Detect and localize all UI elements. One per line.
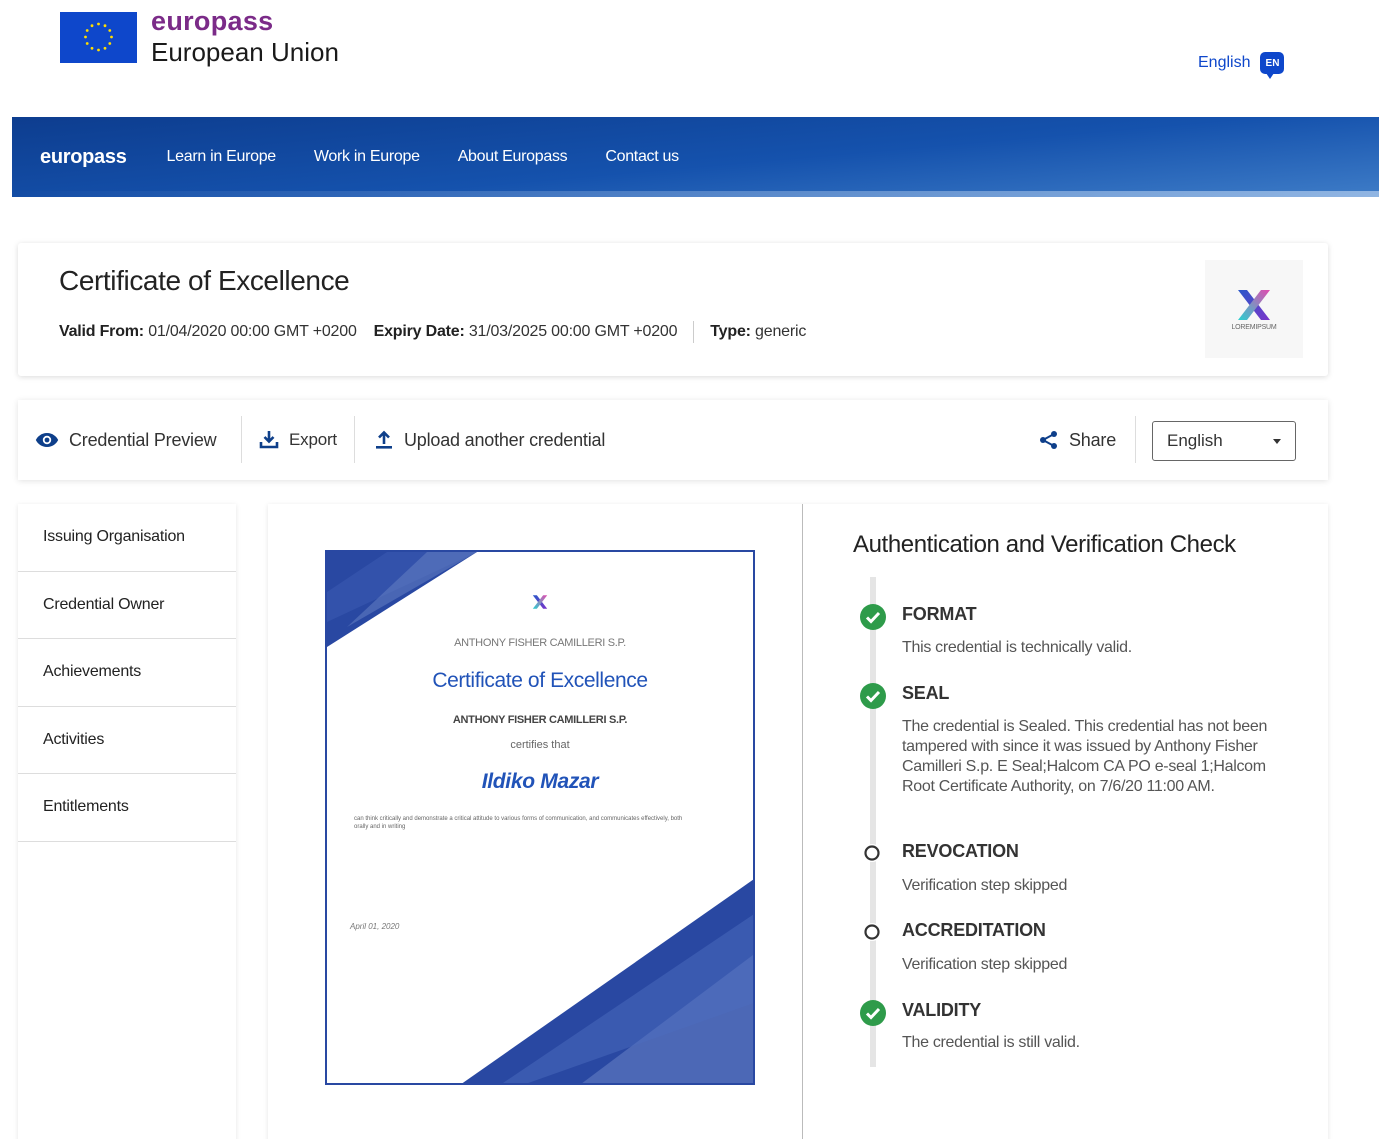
credential-header-card: Certificate of Excellence Valid From: 01… xyxy=(18,243,1328,376)
side-item-achievements[interactable]: Achievements xyxy=(18,639,236,707)
side-item-credential-owner[interactable]: Credential Owner xyxy=(18,572,236,639)
lorem-ipsum-x-logo-icon xyxy=(1238,289,1270,320)
toolbar-divider xyxy=(1135,416,1136,463)
side-item-activities[interactable]: Activities xyxy=(18,707,236,774)
credential-language-value[interactable]: English xyxy=(1167,431,1223,451)
issuer-logo: LOREMIPSUM xyxy=(1205,260,1303,358)
type-label: Type: xyxy=(710,323,751,340)
nav-item-contact-us[interactable]: Contact us xyxy=(605,148,679,166)
certificate-description: can think critically and demonstrate a c… xyxy=(354,816,683,830)
lorem-ipsum-x-logo-icon xyxy=(532,595,548,609)
step-validity-description: The credential is still valid. xyxy=(902,1034,1080,1051)
side-item-issuing-organisation[interactable]: Issuing Organisation xyxy=(18,504,236,572)
upload-icon xyxy=(376,430,392,449)
credential-meta: Valid From: 01/04/2020 00:00 GMT +0200 E… xyxy=(59,321,806,343)
certificate-certifies-text: certifies that xyxy=(510,739,570,751)
export-button[interactable]: Export xyxy=(259,400,337,480)
credential-title: Certificate of Excellence xyxy=(59,265,350,296)
step-seal-description: The credential is Sealed. This credentia… xyxy=(902,718,1268,795)
nav-item-learn-in-europe[interactable]: Learn in Europe xyxy=(167,148,277,166)
european-union-subtitle: European Union xyxy=(151,37,339,67)
valid-from-label: Valid From: xyxy=(59,323,144,340)
eye-icon xyxy=(35,433,59,447)
certificate-logo xyxy=(327,594,753,610)
expiry-date-label: Expiry Date: xyxy=(373,323,465,340)
nav-item-work-in-europe[interactable]: Work in Europe xyxy=(314,148,420,166)
upload-credential-label[interactable]: Upload another credential xyxy=(404,430,605,451)
certificate-preview[interactable]: ANTHONY FISHER CAMILLERI S.P. Certificat… xyxy=(325,550,755,1085)
download-icon xyxy=(259,431,279,449)
step-revocation-name: REVOCATION xyxy=(902,841,1019,861)
check-circle-icon xyxy=(860,604,886,630)
credential-main-panel: ANTHONY FISHER CAMILLERI S.P. Certificat… xyxy=(268,504,1328,1139)
certificate-issuer-bold: ANTHONY FISHER CAMILLERI S.P. xyxy=(452,714,628,726)
language-badge-icon[interactable]: EN xyxy=(1260,52,1285,79)
check-circle-icon xyxy=(860,683,886,709)
verification-title: Authentication and Verification Check xyxy=(853,531,1236,558)
main-navigation: europass Learn in Europe Work in Europe … xyxy=(12,117,1379,197)
pending-circle-icon xyxy=(863,844,881,862)
valid-from-value: 01/04/2020 00:00 GMT +0200 xyxy=(148,323,357,340)
toolbar-divider xyxy=(241,416,242,463)
site-header: europass European Union English EN xyxy=(0,0,1379,116)
caret-down-icon[interactable] xyxy=(1273,438,1281,444)
step-accreditation-description: Verification step skipped xyxy=(902,956,1068,973)
nav-brand-logo[interactable]: europass xyxy=(40,146,127,169)
certificate-issuer: ANTHONY FISHER CAMILLERI S.P. xyxy=(454,637,626,649)
step-format-name: FORMAT xyxy=(902,604,977,624)
credential-language-select[interactable]: English xyxy=(1152,421,1296,461)
step-format-description: This credential is technically valid. xyxy=(902,639,1132,656)
certificate-recipient-name: Ildiko Mazar xyxy=(481,770,599,793)
export-label[interactable]: Export xyxy=(289,430,337,450)
verification-timeline xyxy=(870,577,876,1067)
credential-side-menu: Issuing Organisation Credential Owner Ac… xyxy=(18,504,236,1139)
header-language-label[interactable]: English xyxy=(1198,54,1250,72)
side-item-entitlements[interactable]: Entitlements xyxy=(18,774,236,842)
step-revocation-description: Verification step skipped xyxy=(902,877,1068,894)
meta-divider xyxy=(693,321,695,343)
credential-preview-button[interactable]: Credential Preview xyxy=(35,400,217,480)
pending-circle-icon xyxy=(863,923,881,941)
credential-toolbar: Credential Preview Export Upload another… xyxy=(18,400,1328,480)
expiry-date-value: 31/03/2025 00:00 GMT +0200 xyxy=(468,323,678,340)
check-circle-icon xyxy=(860,1000,886,1026)
header-language-selector[interactable]: English EN xyxy=(1198,52,1285,79)
step-seal-name: SEAL xyxy=(902,683,950,703)
certificate-date: April 01, 2020 xyxy=(350,922,400,931)
credential-preview-label[interactable]: Credential Preview xyxy=(69,430,217,451)
toolbar-divider xyxy=(354,416,355,463)
step-validity-name: VALIDITY xyxy=(902,1000,982,1020)
issuer-logo-text: LOREMIPSUM xyxy=(1231,323,1277,331)
eu-flag-logo xyxy=(60,12,137,63)
upload-credential-button[interactable]: Upload another credential xyxy=(374,400,605,480)
share-icon xyxy=(1040,431,1057,449)
panel-divider xyxy=(802,504,803,1139)
certificate-title: Certificate of Excellence xyxy=(432,669,648,692)
type-value: generic xyxy=(755,323,807,340)
europass-brand-title[interactable]: europass xyxy=(151,6,273,37)
step-accreditation-name: ACCREDITATION xyxy=(902,920,1046,940)
share-button[interactable]: Share xyxy=(1039,400,1116,480)
nav-item-about-europass[interactable]: About Europass xyxy=(458,148,568,166)
share-label[interactable]: Share xyxy=(1069,430,1116,451)
